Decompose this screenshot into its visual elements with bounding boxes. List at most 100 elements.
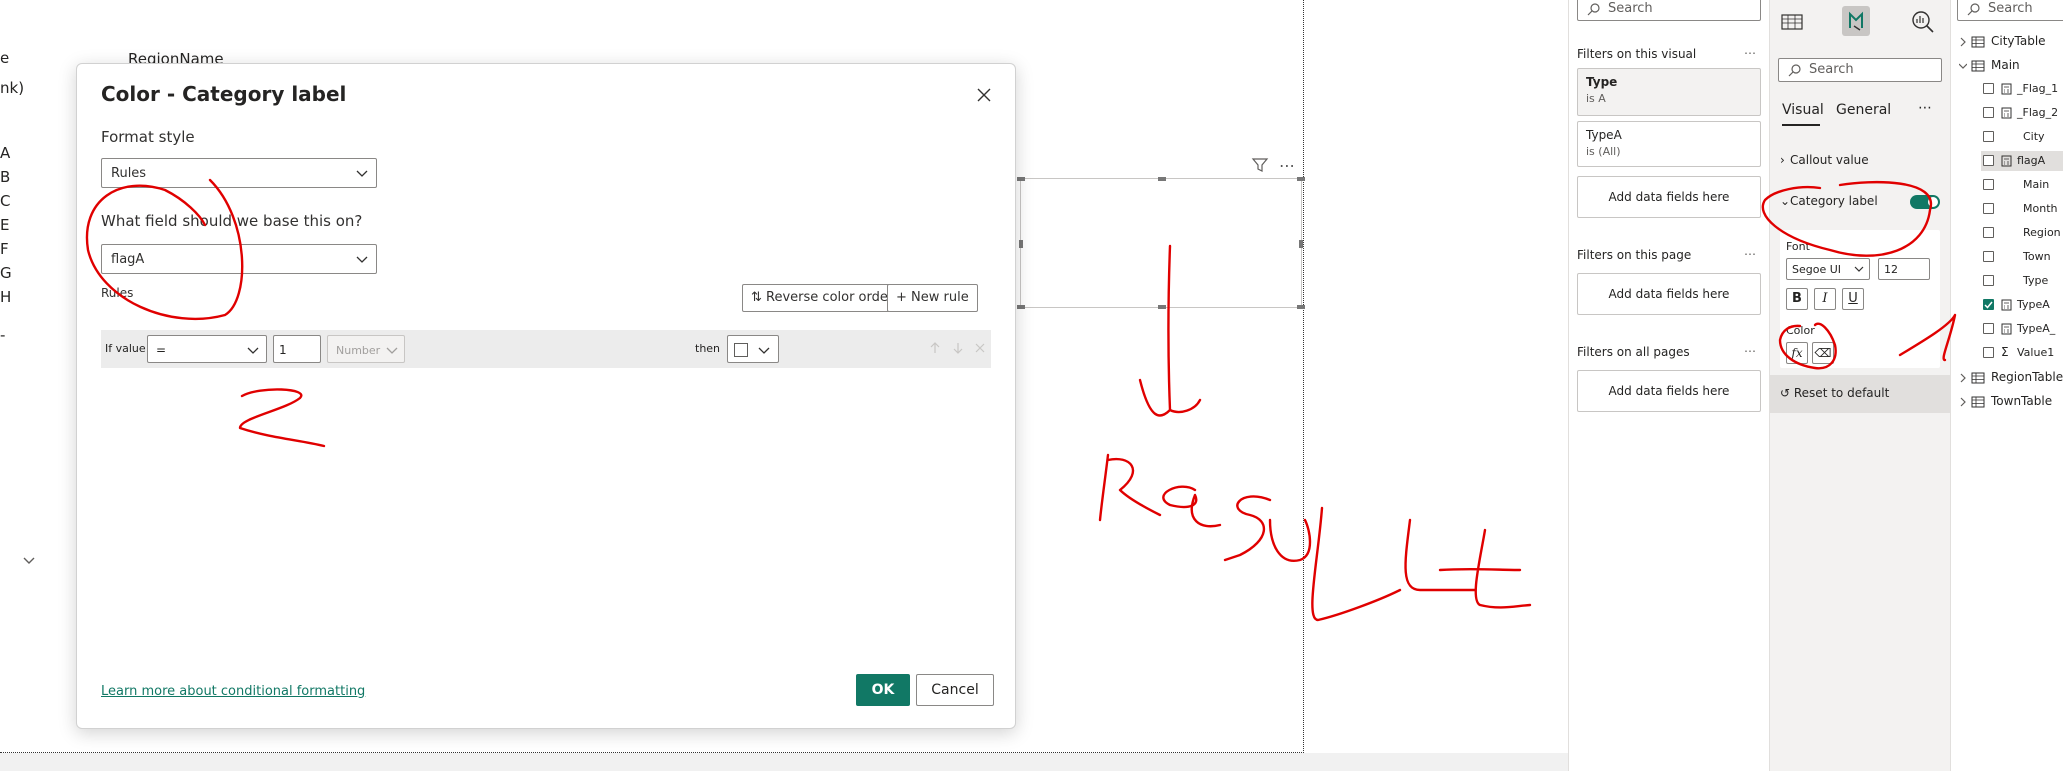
add-fields-all[interactable]: Add data fields here	[1577, 370, 1761, 412]
filter-card-typea[interactable]: TypeA is (All)	[1577, 121, 1761, 167]
field-checkbox[interactable]	[1983, 323, 1994, 334]
more-options-icon[interactable]: ⋯	[1744, 344, 1757, 358]
filter-card-type[interactable]: Type is A	[1577, 68, 1761, 116]
filter-desc: is (All)	[1586, 145, 1621, 158]
font-size-input[interactable]: 12	[1878, 258, 1930, 280]
field-node[interactable]: Town	[1981, 247, 2063, 267]
filter-icon[interactable]	[1251, 156, 1269, 174]
tab-general[interactable]: General	[1836, 102, 1891, 118]
new-rule-button[interactable]: + New rule	[887, 284, 978, 312]
field-name: Type	[2023, 274, 2049, 287]
field-node[interactable]: Main	[1981, 175, 2063, 195]
operator-select[interactable]: =	[147, 335, 267, 363]
field-checkbox[interactable]	[1983, 227, 1994, 238]
field-checkbox[interactable]	[1983, 155, 1994, 166]
filters-on-visual-heading: Filters on this visual	[1577, 47, 1697, 61]
table-cell: B	[0, 168, 11, 186]
category-label-section[interactable]: ⌄Category label	[1780, 194, 1878, 208]
field-node[interactable]: Type	[1981, 271, 2063, 291]
resize-handle[interactable]	[1158, 305, 1166, 309]
resize-handle[interactable]	[1297, 305, 1305, 309]
font-family-select[interactable]: Segoe UI	[1786, 258, 1870, 280]
reverse-order-icon: ⇅	[751, 290, 767, 305]
eraser-icon[interactable]: ⌫	[1812, 342, 1834, 364]
resize-handle[interactable]	[1017, 305, 1025, 309]
conditional-format-fx-button[interactable]: fx	[1786, 342, 1808, 364]
chevron-down-icon[interactable]	[22, 556, 36, 566]
format-style-label: Format style	[101, 128, 195, 146]
field-checkbox[interactable]	[1983, 203, 1994, 214]
field-checkbox[interactable]	[1983, 83, 1994, 94]
more-options-icon[interactable]: ⋯	[1744, 46, 1757, 60]
search-placeholder: Search	[1988, 1, 2033, 16]
field-node[interactable]: _Flag_2	[1981, 103, 2063, 123]
annotation-letter-t	[1438, 528, 1532, 609]
arrow-up-icon[interactable]	[928, 341, 942, 355]
font-size-value: 12	[1884, 263, 1898, 276]
card-visual-placeholder[interactable]	[1017, 177, 1305, 309]
table-name: TownTable	[1991, 394, 2053, 408]
field-checkbox[interactable]	[1983, 131, 1994, 142]
table-name: Main	[1991, 58, 2020, 72]
table-icon	[1971, 372, 1985, 384]
filters-search-input[interactable]: Search	[1577, 0, 1761, 21]
field-node[interactable]: TypeA_	[1981, 319, 2063, 339]
field-checkbox[interactable]	[1983, 179, 1994, 190]
paint-brush-icon	[1849, 11, 1863, 31]
more-options-icon[interactable]: ⋯	[1279, 156, 1296, 175]
bold-button[interactable]: B	[1786, 288, 1808, 310]
field-checkbox[interactable]	[1983, 299, 1994, 310]
field-node[interactable]: Month	[1981, 199, 2063, 219]
field-name: City	[2023, 130, 2045, 143]
build-visual-icon[interactable]	[1778, 6, 1806, 36]
tab-visual[interactable]: Visual	[1782, 102, 1824, 118]
resize-handle[interactable]	[1158, 177, 1166, 181]
field-node[interactable]: TypeA	[1981, 295, 2063, 315]
close-icon[interactable]	[975, 86, 993, 104]
based-on-field-select[interactable]: flagA	[101, 244, 377, 274]
chevron-down-icon	[758, 347, 770, 354]
format-search-input[interactable]: Search	[1778, 58, 1942, 82]
cancel-button[interactable]: Cancel	[916, 674, 994, 706]
field-checkbox[interactable]	[1983, 275, 1994, 286]
format-style-select[interactable]: Rules	[101, 158, 377, 188]
reverse-color-order-button[interactable]: ⇅ Reverse color order	[742, 284, 903, 312]
underline-button[interactable]: U	[1842, 288, 1864, 310]
field-node[interactable]: Region	[1981, 223, 2063, 243]
filter-desc: is A	[1586, 92, 1606, 105]
add-fields-page[interactable]: Add data fields here	[1577, 273, 1761, 315]
table-header-partial: e	[0, 49, 10, 67]
format-visual-tab[interactable]	[1842, 6, 1870, 36]
add-fields-visual[interactable]: Add data fields here	[1577, 176, 1761, 218]
field-node[interactable]: flagA	[1981, 151, 2063, 171]
callout-value-section[interactable]: › Callout value	[1780, 153, 1869, 167]
analytics-icon[interactable]	[1908, 6, 1936, 36]
data-search-input[interactable]: Search	[1957, 0, 2063, 21]
field-node[interactable]: Σ Value1	[1981, 343, 2063, 363]
rule-color-picker[interactable]	[727, 335, 779, 363]
field-checkbox[interactable]	[1983, 107, 1994, 118]
field-question-label: What field should we base this on?	[101, 212, 363, 230]
arrow-down-icon[interactable]	[951, 341, 965, 355]
resize-handle[interactable]	[1299, 240, 1303, 248]
delete-rule-icon[interactable]	[973, 341, 987, 355]
field-checkbox[interactable]	[1983, 251, 1994, 262]
resize-handle[interactable]	[1019, 240, 1023, 248]
rule-value-input[interactable]: 1	[273, 335, 321, 363]
reverse-color-order-label: Reverse color order	[766, 290, 894, 305]
learn-more-link[interactable]: Learn more about conditional formatting	[101, 684, 365, 699]
field-checkbox[interactable]	[1983, 347, 1994, 358]
ok-button[interactable]: OK	[856, 674, 910, 706]
more-options-icon[interactable]: ⋯	[1744, 247, 1757, 261]
field-node[interactable]: City	[1981, 127, 2063, 147]
italic-button[interactable]: I	[1814, 288, 1836, 310]
value-type-value: Number	[336, 344, 381, 357]
resize-handle[interactable]	[1297, 177, 1305, 181]
more-options-icon[interactable]: ⋯	[1918, 100, 1932, 116]
value-type-select[interactable]: Number	[327, 335, 405, 363]
category-label-toggle[interactable]	[1910, 195, 1940, 209]
field-node[interactable]: _Flag_1	[1981, 79, 2063, 99]
resize-handle[interactable]	[1017, 177, 1025, 181]
reset-to-default-button[interactable]: ↺ Reset to default	[1780, 386, 1889, 400]
field-name: TypeA	[2017, 298, 2050, 311]
